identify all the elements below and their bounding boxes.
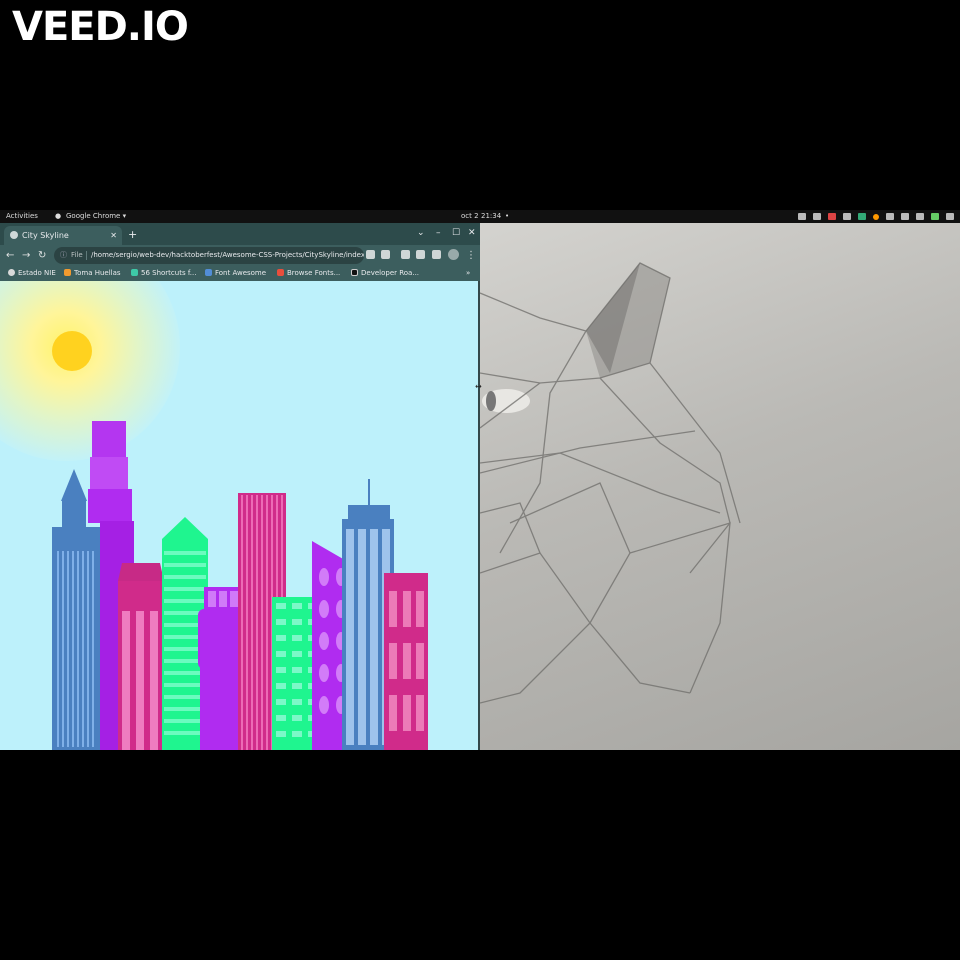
tab-title: City Skyline <box>22 231 69 240</box>
window-edge <box>478 281 480 750</box>
browser-toolbar: ← → ↻ ⓘ File /home/sergio/web-dev/hackto… <box>0 245 480 266</box>
settings-icon[interactable] <box>886 213 894 220</box>
app-menu[interactable]: Google Chrome ▾ <box>66 210 126 223</box>
phone-icon[interactable] <box>858 213 866 220</box>
reload-button[interactable]: ↻ <box>38 248 46 263</box>
share-icon[interactable] <box>366 250 375 259</box>
bookmark-favicon-icon <box>351 269 358 276</box>
side-panel-icon[interactable] <box>432 250 441 259</box>
bookmark-favicon-icon <box>277 269 284 276</box>
discord-icon[interactable] <box>798 213 806 220</box>
url-text[interactable]: /home/sergio/web-dev/hacktoberfest/Aweso… <box>91 247 364 264</box>
kebab-menu-icon[interactable]: ⋮ <box>466 248 476 263</box>
veed-watermark: VEED.IO <box>12 4 189 50</box>
clock-time[interactable]: 21:34 <box>481 210 501 223</box>
resize-cursor-icon: ↔ <box>475 382 482 391</box>
file-scheme-label: File <box>71 251 83 259</box>
chrome-window: City Skyline ✕ + ⌄ – ☐ ✕ ← → ↻ ⓘ File /h… <box>0 223 480 750</box>
city-skyline <box>52 421 428 750</box>
close-window-button[interactable]: ✕ <box>468 226 476 240</box>
tab-search-icon[interactable]: ⌄ <box>417 226 425 240</box>
tab-close-button[interactable]: ✕ <box>110 226 117 245</box>
extensions-puzzle-icon[interactable] <box>401 250 410 259</box>
bookmark-favicon-icon <box>64 269 71 276</box>
bookmark-browse-fonts[interactable]: Browse Fonts... <box>277 266 340 281</box>
minimize-button[interactable]: – <box>436 226 441 240</box>
volume-icon[interactable] <box>916 213 924 220</box>
clock-date[interactable]: oct 2 <box>461 210 479 223</box>
back-button[interactable]: ← <box>6 248 14 263</box>
desktop-wallpaper <box>479 223 960 750</box>
discord-alt-icon[interactable] <box>813 213 821 220</box>
bookmark-font-awesome[interactable]: Font Awesome <box>205 266 266 281</box>
page-viewport <box>0 281 480 750</box>
tab-city-skyline[interactable]: City Skyline ✕ <box>4 226 122 245</box>
wifi-icon[interactable] <box>901 213 909 220</box>
system-top-bar: Activities ● Google Chrome ▾ oct 2 21:34… <box>0 210 960 223</box>
dropbox-icon[interactable] <box>843 213 851 220</box>
profile-avatar[interactable] <box>448 249 459 260</box>
desktop-screen: Activities ● Google Chrome ▾ oct 2 21:34… <box>0 210 960 750</box>
bookmarks-overflow-button[interactable]: » <box>466 266 470 281</box>
maximize-button[interactable]: ☐ <box>452 226 460 240</box>
bookmark-favicon-icon <box>131 269 138 276</box>
chrome-app-icon: ● <box>55 212 62 220</box>
reading-list-icon[interactable] <box>416 250 425 259</box>
system-tray <box>798 210 954 223</box>
bookmark-developer-roadmap[interactable]: Developer Roa... <box>351 266 419 281</box>
tab-strip: City Skyline ✕ + ⌄ – ☐ ✕ <box>0 223 480 245</box>
status-dot-icon[interactable] <box>873 213 879 220</box>
bookmarks-bar: Estado NIE Toma Huellas 56 Shortcuts f..… <box>0 266 480 281</box>
building-pink-left <box>118 563 164 750</box>
notification-dot-icon: • <box>505 212 510 220</box>
globe-icon <box>10 231 18 239</box>
building-pink-right <box>384 573 428 750</box>
bookmark-favicon-icon <box>8 269 15 276</box>
power-menu-icon[interactable] <box>946 213 954 220</box>
bookmark-star-icon[interactable] <box>381 250 390 259</box>
bookmark-favicon-icon <box>205 269 212 276</box>
new-tab-button[interactable]: + <box>128 226 137 243</box>
block-icon[interactable] <box>828 213 836 220</box>
info-icon[interactable]: ⓘ <box>60 247 67 264</box>
address-separator <box>86 251 87 260</box>
bookmark-56-shortcuts[interactable]: 56 Shortcuts f... <box>131 266 196 281</box>
activities-button[interactable]: Activities <box>6 210 38 223</box>
address-bar[interactable]: ⓘ File /home/sergio/web-dev/hacktoberfes… <box>54 247 364 264</box>
bookmark-toma-huellas[interactable]: Toma Huellas <box>64 266 121 281</box>
wallpaper-wireframe-art <box>479 262 741 704</box>
bookmark-estado-nie[interactable]: Estado NIE <box>8 266 56 281</box>
forward-button[interactable]: → <box>22 248 30 263</box>
battery-icon[interactable] <box>931 213 939 220</box>
